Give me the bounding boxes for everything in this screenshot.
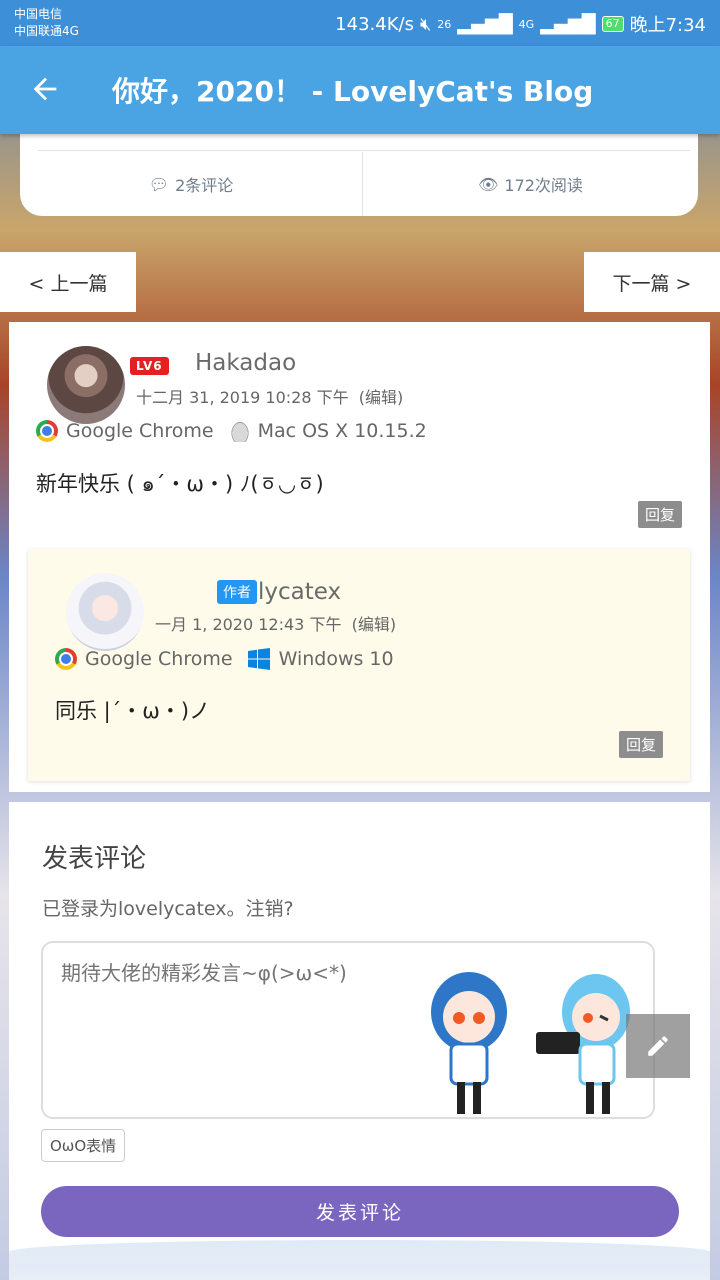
carrier-1: 中国电信 [14,7,63,21]
user-agent: Google Chrome Mac OS X 10.15.2 [36,420,427,442]
comment-list: LV6 Hakadao 十二月 31, 2019 10:28 下午 (编辑) G… [9,322,710,792]
comment-date: 一月 1, 2020 12:43 下午 (编辑) [155,611,396,635]
os-label: Mac OS X 10.15.2 [257,420,427,442]
comment-count-label: 2条评论 [175,176,234,195]
status-indicators: 143.4K/s 🔇︎ 26 ▂▄▆█ 4G ▂▄▆█ 67 晚上7:34 [335,11,706,37]
eye-icon: 👁︎ [478,174,499,194]
browser-label: Google Chrome [85,648,233,670]
comment-form: 发表评论 已登录为lovelycatex。注销? OωO表情 发表评论 [9,802,710,1264]
comment-reply-item: 作者 lycatex 一月 1, 2020 12:43 下午 (编辑) Goog… [28,549,690,781]
pencil-icon[interactable] [626,1014,690,1078]
comment-author[interactable]: Hakadao [195,350,296,376]
carrier-2: 中国联通4G [14,24,79,38]
comment-author[interactable]: lycatex [258,579,341,605]
windows-icon [247,648,270,670]
browser-label: Google Chrome [66,420,214,442]
mascot-illustration [431,972,507,1114]
next-post-button[interactable]: 下一篇 > [584,252,720,312]
author-badge: 作者 [217,580,257,604]
login-status[interactable]: 已登录为lovelycatex。注销? [42,894,294,921]
reply-button[interactable]: 回复 [619,731,664,758]
network-speed: 143.4K/s [335,13,414,35]
chrome-icon [36,420,58,442]
edit-link[interactable]: (编辑) [352,615,397,634]
comment-text: 新年快乐 ( ๑´・ω・) ﾉ(ㆆ◡ㆆ) [36,472,324,496]
apple-icon [229,420,250,442]
carrier-info: 中国电信 中国联通4G [14,6,79,40]
arrow-left-icon[interactable] [28,72,62,106]
form-heading: 发表评论 [42,844,147,874]
signal-1-label: 26 [437,17,452,31]
clock: 晚上7:34 [629,15,706,36]
edit-link[interactable]: (编辑) [359,388,404,407]
comment-date: 十二月 31, 2019 10:28 下午 (编辑) [136,384,403,408]
user-agent: Google Chrome Windows 10 [55,647,394,671]
signal-2-label: 4G [518,17,535,31]
view-count-label: 172次阅读 [504,176,583,195]
battery-icon: 67 [601,16,624,32]
comment-date-text: 十二月 31, 2019 10:28 下午 [136,388,349,407]
divider [38,150,690,151]
status-bar: 中国电信 中国联通4G 143.4K/s 🔇︎ 26 ▂▄▆█ 4G ▂▄▆█ … [0,0,720,46]
submit-comment-button[interactable]: 发表评论 [41,1186,679,1237]
post-stats-card: 💬︎ 2条评论 👁︎ 172次阅读 [20,120,698,216]
os-label: Windows 10 [278,648,394,670]
comment-count: 💬︎ 2条评论 [20,152,363,216]
comment-text: 同乐 |´・ω・)ノ [55,699,211,723]
view-count: 👁︎ 172次阅读 [363,152,698,216]
avatar[interactable] [66,573,144,651]
comment-icon: 💬︎ [148,174,170,194]
footer-decoration [9,1240,710,1280]
page-title: 你好，2020！ - LovelyCat's Blog [112,75,594,108]
chrome-icon [55,648,77,670]
signal-icon-2: ▂▄▆█ [540,13,596,35]
avatar[interactable] [47,346,125,424]
comment-date-text: 一月 1, 2020 12:43 下午 [155,615,342,634]
emoji-button[interactable]: OωO表情 [41,1129,126,1162]
prev-post-button[interactable]: < 上一篇 [0,252,136,312]
mute-icon: 🔇︎ [419,13,432,35]
level-badge: LV6 [130,357,169,375]
app-bar: 你好，2020！ - LovelyCat's Blog [0,46,720,134]
signal-icon: ▂▄▆█ [457,13,513,35]
reply-button[interactable]: 回复 [638,501,683,528]
